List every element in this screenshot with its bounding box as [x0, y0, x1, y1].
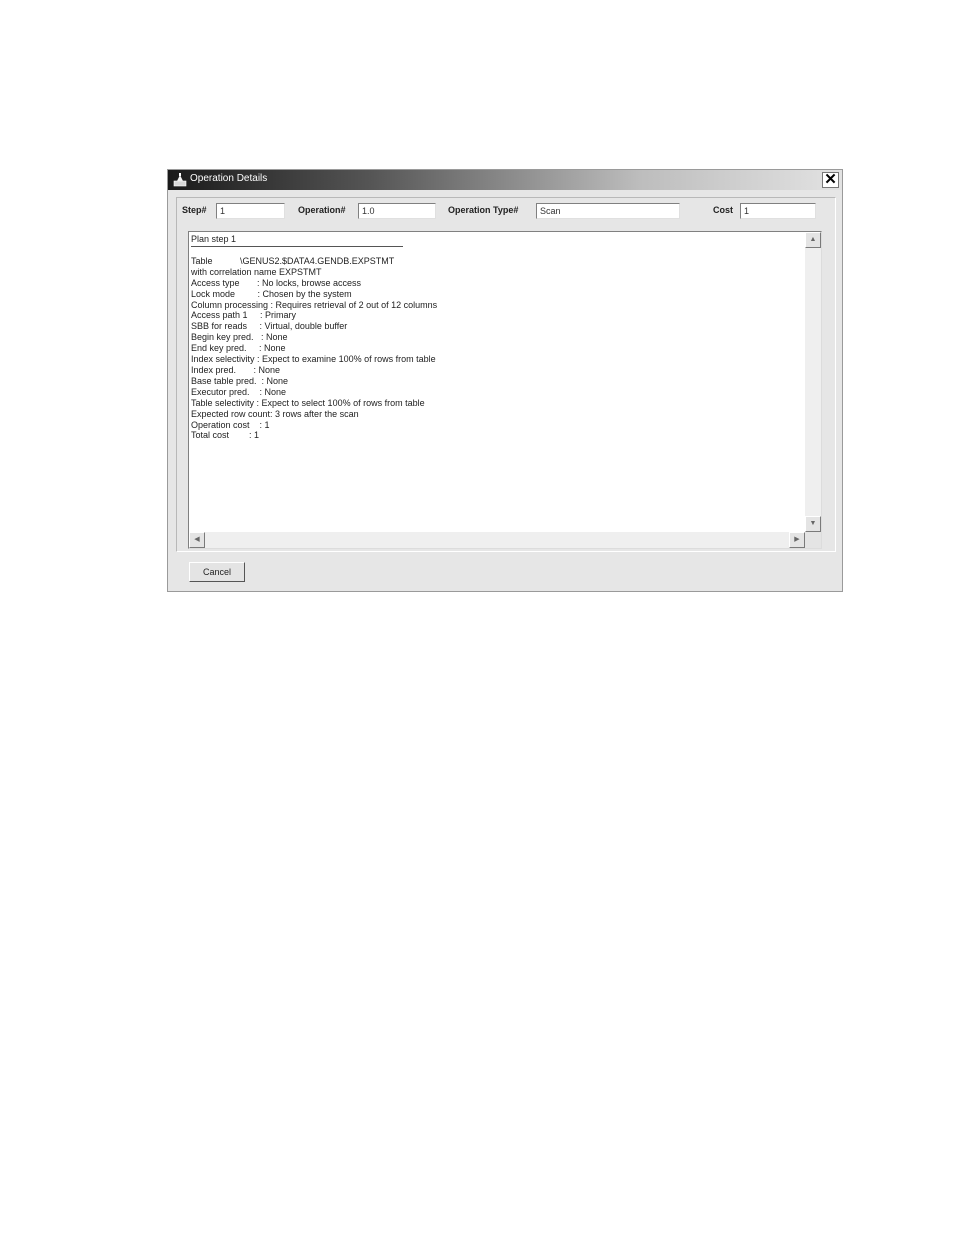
plan-line: Access path 1 : Primary: [191, 310, 297, 321]
cost-label: Cost: [713, 205, 733, 215]
plan-line: Expected row count: 3 rows after the sca…: [191, 408, 359, 419]
step-label: Step#: [182, 205, 207, 215]
plan-line: Lock mode : Chosen by the system: [191, 288, 352, 299]
scroll-up-button[interactable]: ▲: [805, 232, 821, 248]
operation-type-field[interactable]: Scan: [536, 203, 680, 219]
arrow-up-icon: ▲: [809, 236, 817, 243]
operation-details-dialog: Operation Details ✕ Step# 1 Operation# 1…: [167, 169, 843, 592]
plan-heading: Plan step 1: [191, 234, 237, 244]
cancel-button[interactable]: Cancel: [189, 562, 245, 582]
plan-line: Total cost : 1: [191, 430, 260, 441]
plan-line: Column processing : Requires retrieval o…: [191, 299, 438, 310]
title-bar[interactable]: Operation Details ✕: [168, 170, 842, 190]
plan-line: Begin key pred. : None: [191, 332, 288, 343]
plan-line: Access type : No locks, browse access: [191, 277, 362, 288]
operation-field[interactable]: 1.0: [358, 203, 436, 219]
plan-line: Executor pred. : None: [191, 386, 287, 397]
arrow-down-icon: ▼: [809, 520, 817, 527]
plan-content: Plan step 1 Table \GENUS2.$DATA4.GENDB.E…: [191, 234, 803, 441]
step-field[interactable]: 1: [216, 203, 285, 219]
plan-line: Index selectivity : Expect to examine 10…: [191, 354, 436, 365]
plan-divider: [191, 245, 403, 247]
scroll-left-button[interactable]: ◀: [189, 532, 205, 548]
scroll-right-button[interactable]: ▶: [789, 532, 805, 548]
plan-line: Base table pred. : None: [191, 375, 289, 386]
window-title: Operation Details: [190, 173, 268, 184]
plan-line: End key pred. : None: [191, 343, 286, 354]
plan-line: Table \GENUS2.$DATA4.GENDB.EXPSTMT: [191, 255, 395, 266]
plan-text-area[interactable]: Plan step 1 Table \GENUS2.$DATA4.GENDB.E…: [188, 231, 822, 549]
plan-line: with correlation name EXPSTMT: [191, 266, 322, 277]
scrollbar-corner: [805, 532, 821, 548]
arrow-right-icon: ▶: [794, 536, 800, 543]
app-icon: [173, 173, 187, 187]
operation-label: Operation#: [298, 205, 346, 215]
vertical-scrollbar[interactable]: ▲ ▼: [805, 232, 821, 532]
plan-line: Operation cost : 1: [191, 419, 270, 430]
scroll-down-button[interactable]: ▼: [805, 516, 821, 532]
close-icon: ✕: [824, 171, 837, 188]
operation-type-label: Operation Type#: [448, 205, 519, 215]
horizontal-scrollbar[interactable]: ◀ ▶: [189, 532, 805, 548]
close-button[interactable]: ✕: [822, 172, 839, 188]
arrow-left-icon: ◀: [194, 536, 200, 543]
plan-line: Table selectivity : Expect to select 100…: [191, 397, 425, 408]
cost-field[interactable]: 1: [740, 203, 816, 219]
plan-line: SBB for reads : Virtual, double buffer: [191, 321, 348, 332]
cancel-button-label: Cancel: [202, 567, 231, 577]
plan-line: Index pred. : None: [191, 364, 281, 375]
